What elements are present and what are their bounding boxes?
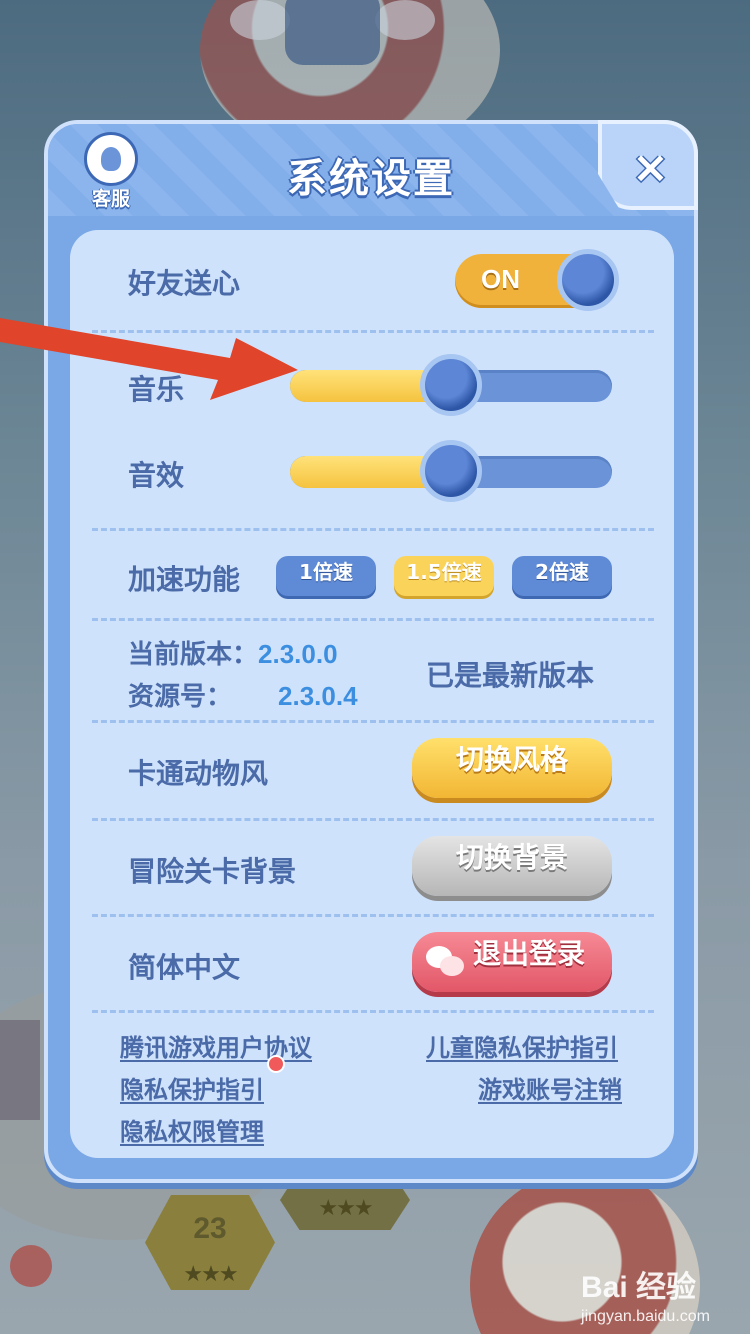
- watermark-site: jingyan.baidu.com: [581, 1308, 710, 1325]
- annotation-arrow: [0, 318, 298, 400]
- baidu-watermark: Bai 经验 jingyan.baidu.com: [581, 1262, 710, 1326]
- watermark-brand: Bai 经验: [581, 1271, 697, 1304]
